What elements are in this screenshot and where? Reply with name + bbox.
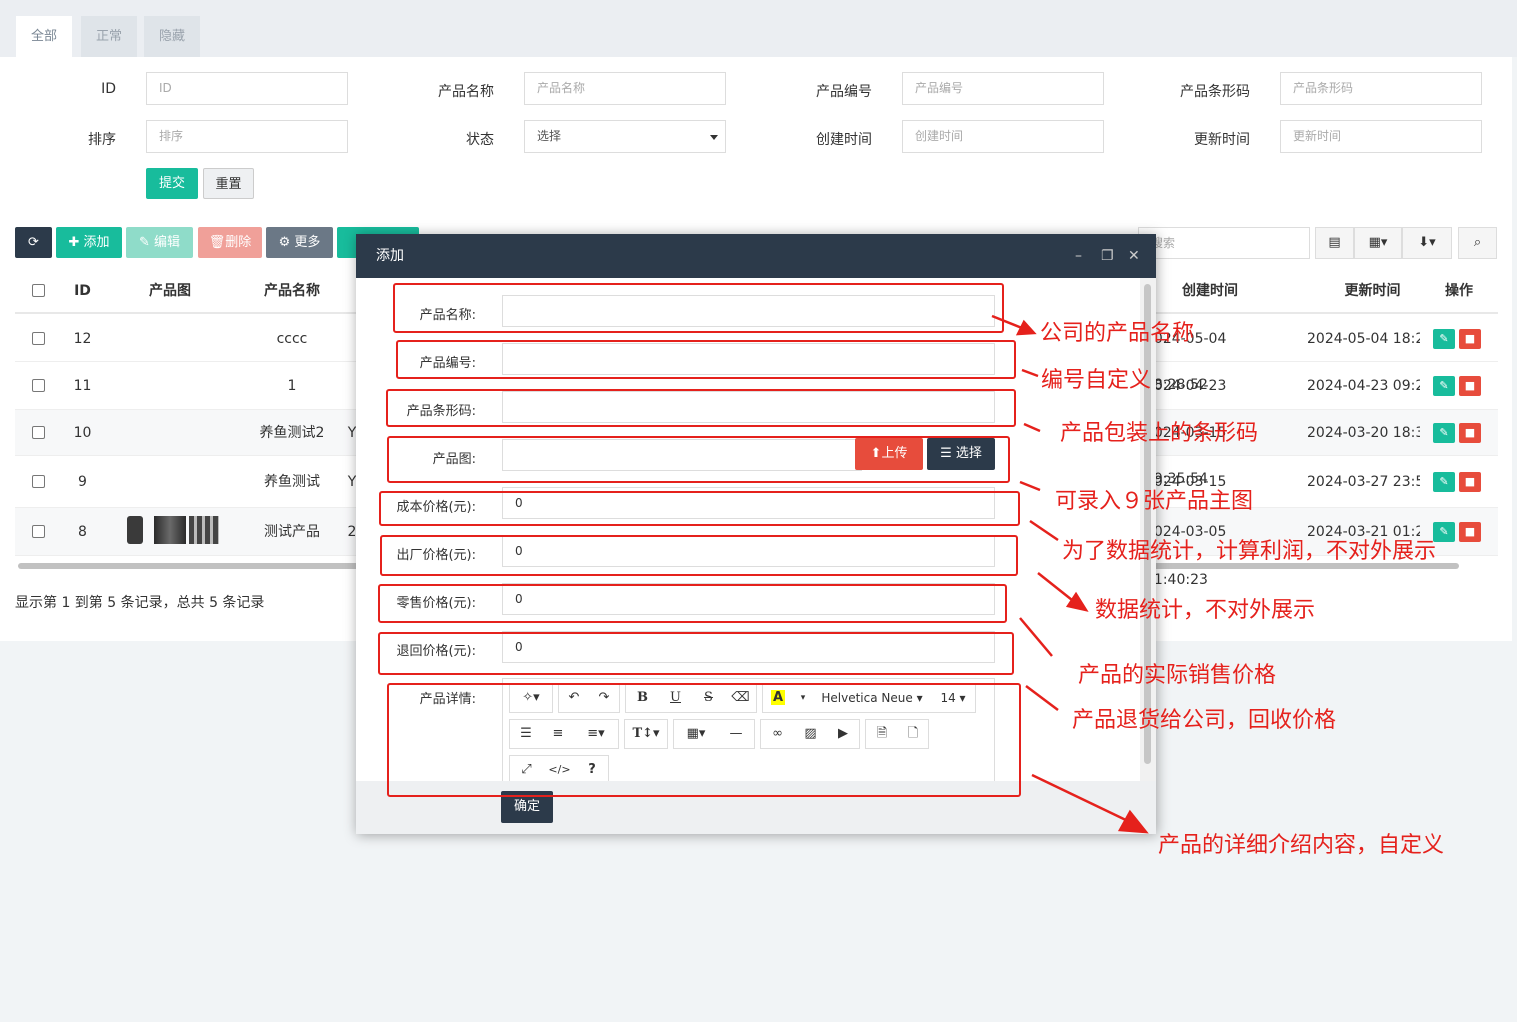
arrow-head [1015,319,1037,336]
note-detail: 产品的详细介绍内容，自定义 [1158,833,1445,858]
note-product-code: 编号自定义 [1041,368,1152,393]
arrow-head [1065,591,1089,612]
arrow-line [1029,519,1059,542]
note-refund-price: 产品退货给公司，回收价格 [1072,708,1337,733]
note-product-name: 公司的产品名称 [1040,321,1195,346]
annotation-arrows [991,314,1149,834]
arrow-line [1019,480,1041,492]
arrow-line [1021,368,1039,378]
note-images: 可录入９张产品主图 [1055,489,1254,514]
arrow-line [1023,422,1041,433]
note-factory-price: 数据统计，不对外展示 [1095,598,1316,623]
arrow-line [1025,685,1059,711]
arrow-head [1117,809,1149,834]
note-retail-price: 产品的实际销售价格 [1078,663,1277,688]
arrow-line [1031,773,1131,824]
note-cost-price: 为了数据统计，计算利润，不对外展示 [1062,539,1437,564]
arrow-line [1037,572,1073,601]
note-barcode: 产品包装上的条形码 [1060,421,1259,446]
arrow-line [1019,617,1053,657]
arrow-line [991,314,1023,330]
